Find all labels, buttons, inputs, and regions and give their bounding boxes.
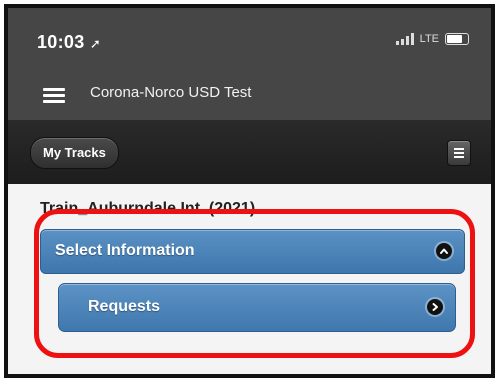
select-information-collapsible[interactable]: Select Information [40, 229, 465, 274]
chevron-up-icon [436, 243, 452, 259]
hamburger-menu-icon[interactable] [43, 88, 65, 104]
app-title: Corona-Norco USD Test [90, 84, 252, 101]
status-bar: 10:03 ➚ LTE [8, 8, 491, 70]
content-area: Train_Auburndale Int. (2021) Select Info… [8, 184, 491, 374]
app-header: Corona-Norco USD Test [8, 70, 491, 120]
signal-icon [395, 33, 414, 45]
status-indicators: LTE [395, 33, 469, 45]
network-label: LTE [419, 33, 439, 45]
collapsible-label: Select Information [55, 242, 195, 259]
toolbar: My Tracks [8, 120, 491, 184]
battery-icon [445, 33, 469, 45]
my-tracks-button[interactable]: My Tracks [30, 137, 119, 169]
clock-text: 10:03 [37, 32, 85, 52]
section-title: Train_Auburndale Int. (2021) [40, 200, 256, 217]
options-menu-button[interactable] [447, 140, 471, 166]
chevron-right-icon [427, 299, 443, 315]
requests-list-item[interactable]: Requests [58, 283, 456, 332]
location-arrow-icon: ➚ [89, 36, 102, 51]
status-time: 10:03 ➚ [37, 32, 101, 53]
phone-screen: 10:03 ➚ LTE Corona-Norco USD Test My Tra… [4, 4, 495, 378]
list-item-label: Requests [88, 298, 161, 315]
